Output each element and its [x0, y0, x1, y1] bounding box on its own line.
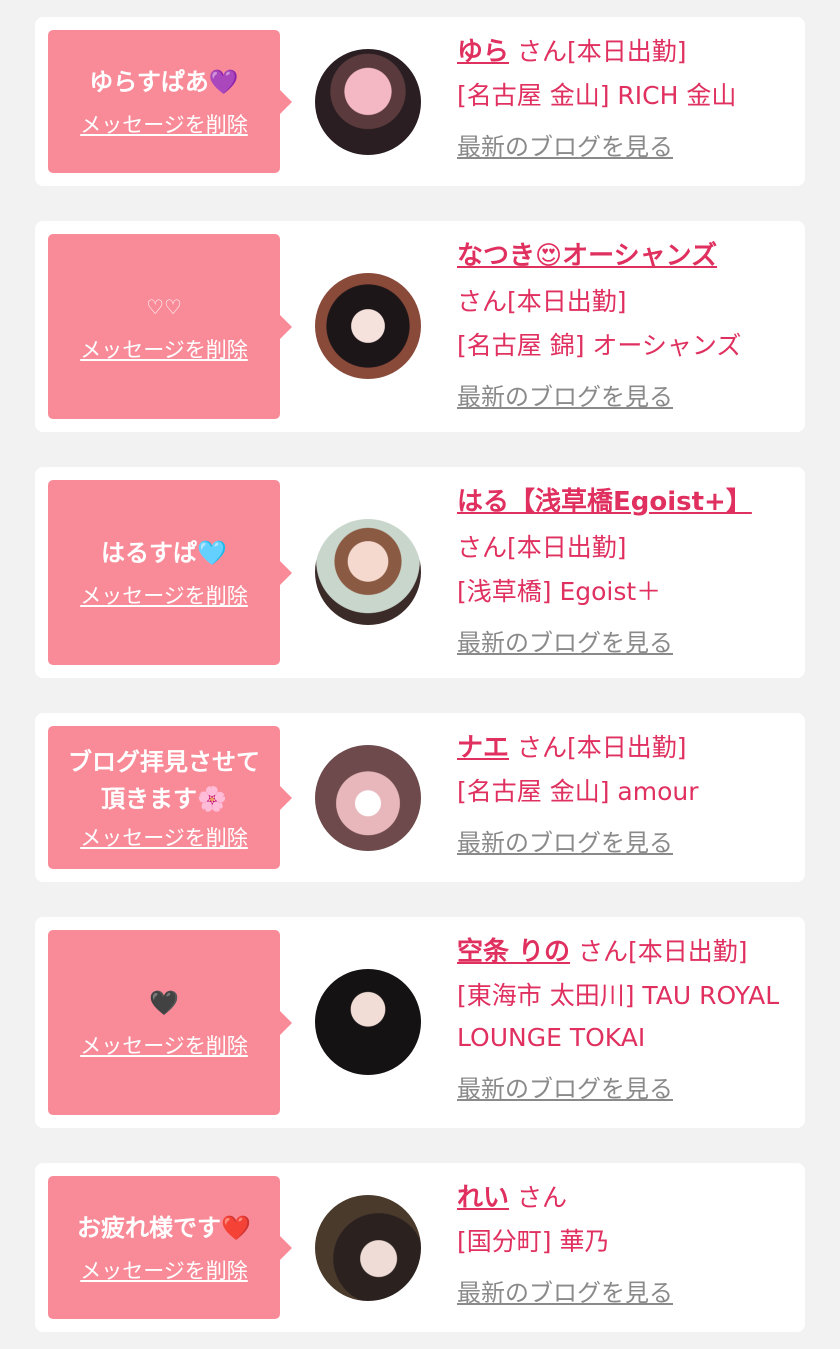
message-bubble: 🖤 メッセージを削除: [48, 930, 292, 1115]
latest-blog-link[interactable]: 最新のブログを見る: [457, 1273, 673, 1308]
avatar[interactable]: [315, 49, 421, 155]
cast-name-link[interactable]: 空条 りの: [457, 937, 570, 967]
delete-message-link[interactable]: メッセージを削除: [80, 582, 248, 610]
avatar[interactable]: [315, 969, 421, 1075]
delete-message-link[interactable]: メッセージを削除: [80, 111, 248, 139]
honorific: さん: [516, 1183, 567, 1212]
message-bubble: お疲れ様です❤️ メッセージを削除: [48, 1176, 292, 1319]
latest-blog-link[interactable]: 最新のブログを見る: [457, 127, 673, 162]
status-text: [本日出勤]: [566, 37, 687, 66]
store-text: [浅草橋] Egoist＋: [457, 577, 662, 606]
status-text: [本日出勤]: [507, 533, 627, 562]
cast-name-link[interactable]: はる【浅草橋Egoist+】: [457, 487, 752, 517]
message-list: ゆらすぱあ💜 メッセージを削除 ゆら さん[本日出勤] [名古屋 金山] RIC…: [0, 0, 840, 1349]
honorific: さん: [516, 733, 567, 762]
message-card: お疲れ様です❤️ メッセージを削除 れい さん [国分町] 華乃 最新のブログを…: [35, 1163, 805, 1332]
store-text: [東海市 太田川] TAU ROYAL LOUNGE TOKAI: [457, 981, 780, 1052]
message-text: 🖤: [149, 989, 179, 1017]
cast-info: ナエ さん[本日出勤] [名古屋 金山] amour 最新のブログを見る: [457, 725, 787, 858]
delete-message-link[interactable]: メッセージを削除: [80, 1257, 248, 1285]
avatar[interactable]: [315, 745, 421, 851]
cast-info: れい さん [国分町] 華乃 最新のブログを見る: [457, 1175, 787, 1308]
message-text: ♡♡: [146, 295, 182, 319]
message-bubble: ブログ拝見させて 頂きます🌸 メッセージを削除: [48, 726, 292, 869]
delete-message-link[interactable]: メッセージを削除: [80, 824, 248, 852]
avatar[interactable]: [315, 519, 421, 625]
latest-blog-link[interactable]: 最新のブログを見る: [457, 1069, 673, 1104]
message-card: はるすぱ🩵 メッセージを削除 はる【浅草橋Egoist+】 さん[本日出勤] […: [35, 467, 805, 678]
message-bubble: ♡♡ メッセージを削除: [48, 234, 292, 419]
message-text: お疲れ様です❤️: [77, 1214, 251, 1242]
message-text: ゆらすぱあ💜: [89, 68, 239, 96]
latest-blog-link[interactable]: 最新のブログを見る: [457, 623, 673, 658]
cast-info: 空条 りの さん[本日出勤] [東海市 太田川] TAU ROYAL LOUNG…: [457, 929, 787, 1104]
message-card: 🖤 メッセージを削除 空条 りの さん[本日出勤] [東海市 太田川] TAU …: [35, 917, 805, 1128]
cast-info: なつき😍オーシャンズ さん[本日出勤] [名古屋 錦] オーシャンズ 最新のブロ…: [457, 233, 787, 412]
avatar[interactable]: [315, 273, 421, 379]
latest-blog-link[interactable]: 最新のブログを見る: [457, 823, 673, 858]
status-text: [本日出勤]: [507, 287, 627, 316]
status-text: [本日出勤]: [566, 733, 687, 762]
status-text: [本日出勤]: [628, 937, 748, 966]
honorific: さん: [578, 937, 629, 966]
cast-info: ゆら さん[本日出勤] [名古屋 金山] RICH 金山 最新のブログを見る: [457, 29, 787, 162]
delete-message-link[interactable]: メッセージを削除: [80, 336, 248, 364]
cast-name-link[interactable]: れい: [457, 1183, 509, 1213]
cast-name-link[interactable]: ナエ: [457, 733, 509, 763]
store-text: [名古屋 錦] オーシャンズ: [457, 331, 742, 360]
honorific: さん: [457, 533, 508, 562]
avatar[interactable]: [315, 1195, 421, 1301]
store-text: [名古屋 金山] RICH 金山: [457, 81, 737, 110]
honorific: さん: [457, 287, 508, 316]
message-text: ブログ拝見させて 頂きます🌸: [68, 747, 260, 813]
cast-name-link[interactable]: なつき😍オーシャンズ: [457, 241, 717, 271]
message-text: はるすぱ🩵: [101, 539, 227, 567]
honorific: さん: [516, 37, 567, 66]
cast-info: はる【浅草橋Egoist+】 さん[本日出勤] [浅草橋] Egoist＋ 最新…: [457, 479, 787, 658]
message-card: ブログ拝見させて 頂きます🌸 メッセージを削除 ナエ さん[本日出勤] [名古屋…: [35, 713, 805, 882]
message-card: ゆらすぱあ💜 メッセージを削除 ゆら さん[本日出勤] [名古屋 金山] RIC…: [35, 17, 805, 186]
store-text: [名古屋 金山] amour: [457, 777, 699, 806]
message-bubble: はるすぱ🩵 メッセージを削除: [48, 480, 292, 665]
cast-name-link[interactable]: ゆら: [457, 37, 509, 67]
message-bubble: ゆらすぱあ💜 メッセージを削除: [48, 30, 292, 173]
store-text: [国分町] 華乃: [457, 1227, 610, 1256]
delete-message-link[interactable]: メッセージを削除: [80, 1032, 248, 1060]
latest-blog-link[interactable]: 最新のブログを見る: [457, 377, 673, 412]
message-card: ♡♡ メッセージを削除 なつき😍オーシャンズ さん[本日出勤] [名古屋 錦] …: [35, 221, 805, 432]
